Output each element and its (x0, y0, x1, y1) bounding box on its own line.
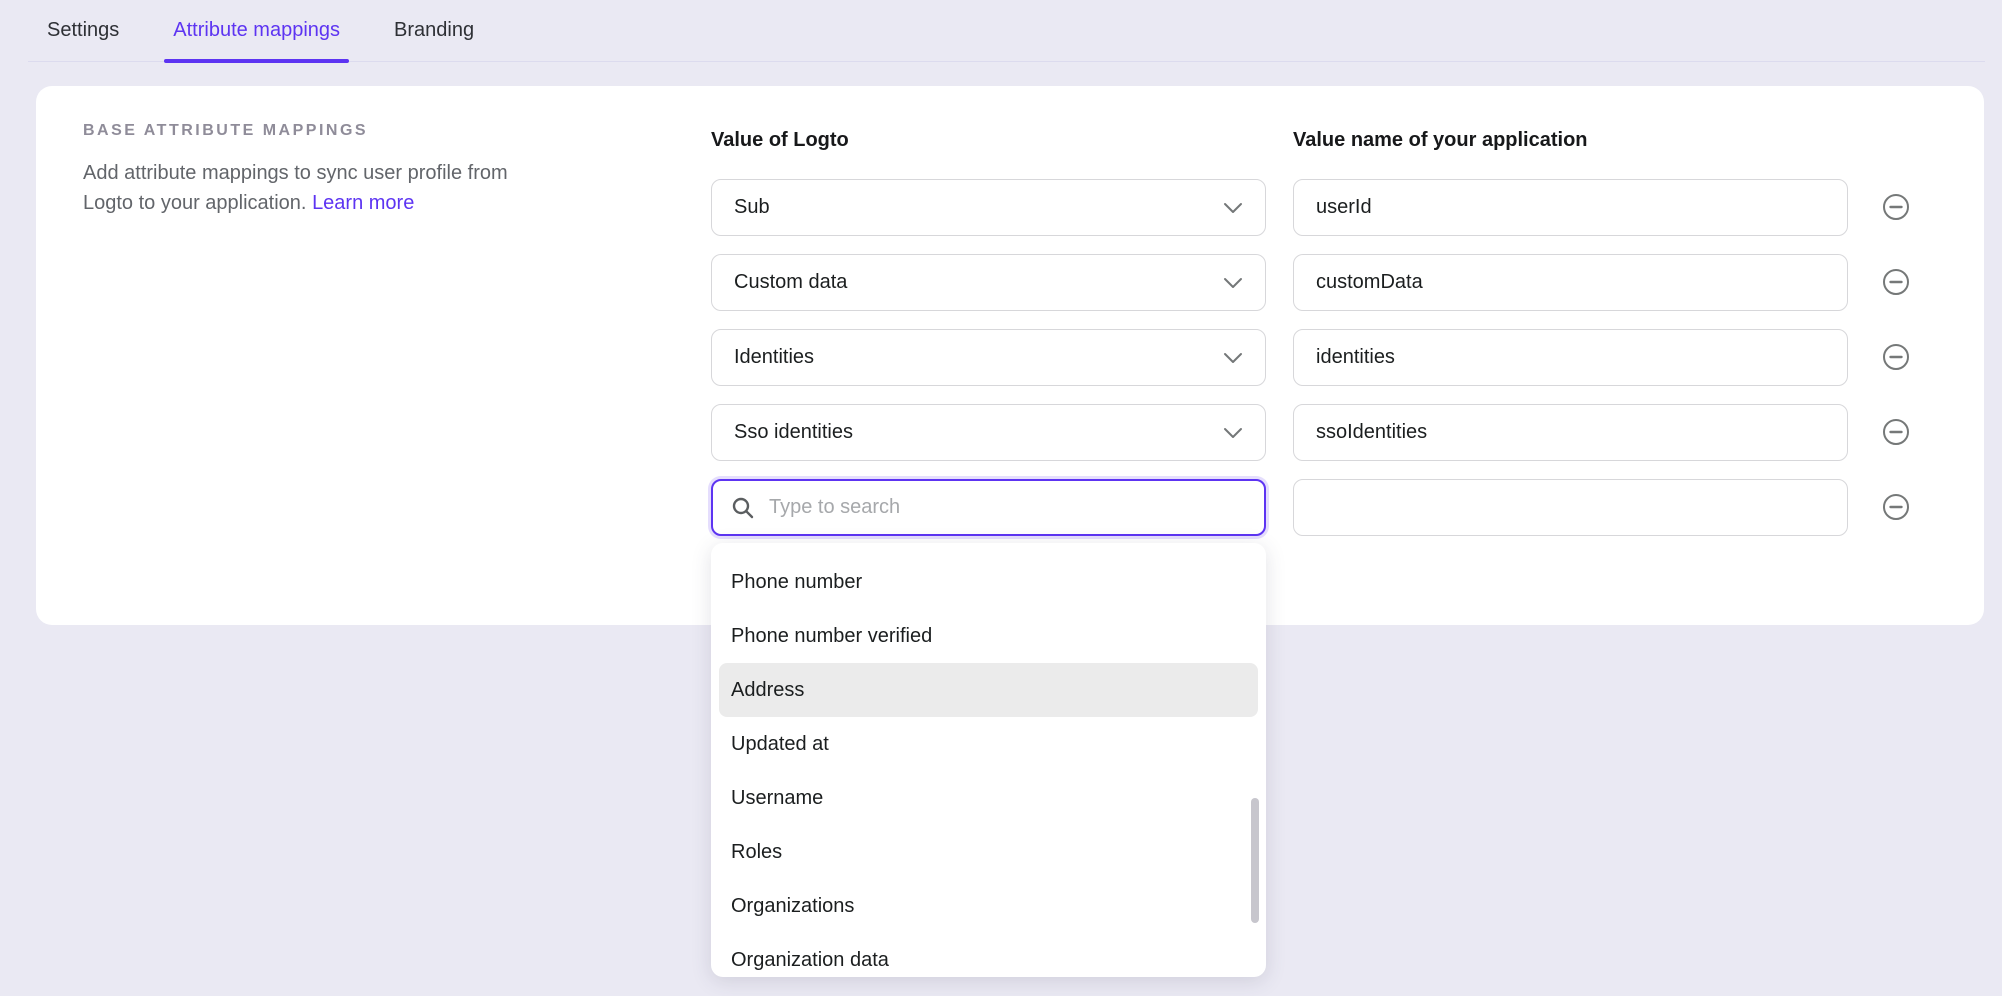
app-value-field-4[interactable] (1294, 405, 1847, 460)
remove-mapping-button-1[interactable] (1882, 193, 1910, 221)
tab-attribute-mappings-label: Attribute mappings (173, 19, 340, 42)
minus-circle-icon (1882, 193, 1910, 221)
minus-circle-icon (1882, 493, 1910, 521)
logto-attribute-select-2-value: Custom data (734, 271, 847, 294)
remove-mapping-button-2[interactable] (1882, 268, 1910, 296)
attribute-search-input[interactable] (769, 496, 1246, 519)
remove-mapping-button-4[interactable] (1882, 418, 1910, 446)
app-value-field-4-wrap (1293, 404, 1848, 461)
tab-attribute-mappings[interactable]: Attribute mappings (173, 0, 340, 62)
logto-attribute-select-4[interactable]: Sso identities (711, 404, 1266, 461)
minus-circle-icon (1882, 343, 1910, 371)
section-heading: BASE ATTRIBUTE MAPPINGS (83, 122, 368, 140)
app-value-field-1[interactable] (1294, 180, 1847, 235)
active-tab-underline (164, 59, 349, 63)
dropdown-option-organizations[interactable]: Organizations (719, 879, 1258, 933)
dropdown-option-phone-number-verified[interactable]: Phone number verified (719, 609, 1258, 663)
dropdown-option-roles[interactable]: Roles (719, 825, 1258, 879)
app-value-field-1-wrap (1293, 179, 1848, 236)
chevron-down-icon (1223, 202, 1243, 214)
minus-circle-icon (1882, 268, 1910, 296)
remove-mapping-button-5[interactable] (1882, 493, 1910, 521)
app-value-field-2-wrap (1293, 254, 1848, 311)
dropdown-option-username[interactable]: Username (719, 771, 1258, 825)
chevron-down-icon (1223, 352, 1243, 364)
learn-more-link[interactable]: Learn more (312, 192, 414, 214)
tab-settings-label: Settings (47, 19, 119, 42)
remove-mapping-button-3[interactable] (1882, 343, 1910, 371)
chevron-down-icon (1223, 427, 1243, 439)
app-value-field-3[interactable] (1294, 330, 1847, 385)
chevron-down-icon (1223, 277, 1243, 289)
attribute-search-box (711, 479, 1266, 536)
logto-attribute-select-3-value: Identities (734, 346, 814, 369)
logto-attribute-select-2[interactable]: Custom data (711, 254, 1266, 311)
app-value-field-2[interactable] (1294, 255, 1847, 310)
dropdown-scrollbar-thumb[interactable] (1251, 798, 1259, 923)
dropdown-option-phone-number[interactable]: Phone number (719, 555, 1258, 609)
logto-attribute-select-4-value: Sso identities (734, 421, 853, 444)
tab-settings[interactable]: Settings (47, 0, 119, 62)
dropdown-option-updated-at[interactable]: Updated at (719, 717, 1258, 771)
logto-attribute-select-1[interactable]: Sub (711, 179, 1266, 236)
column-header-app: Value name of your application (1293, 129, 1588, 152)
app-value-field-3-wrap (1293, 329, 1848, 386)
logto-attribute-select-1-value: Sub (734, 196, 770, 219)
tab-branding[interactable]: Branding (394, 0, 474, 62)
tab-branding-label: Branding (394, 19, 474, 42)
dropdown-option-address[interactable]: Address (719, 663, 1258, 717)
attribute-options-dropdown: Phone number Phone number verified Addre… (711, 543, 1266, 977)
app-value-field-5-wrap (1293, 479, 1848, 536)
section-description-text: Add attribute mappings to sync user prof… (83, 162, 508, 214)
column-header-logto: Value of Logto (711, 129, 849, 152)
dropdown-option-organization-data[interactable]: Organization data (719, 933, 1258, 977)
tab-bar: Settings Attribute mappings Branding (28, 0, 1985, 62)
minus-circle-icon (1882, 418, 1910, 446)
logto-attribute-select-3[interactable]: Identities (711, 329, 1266, 386)
search-icon (731, 496, 755, 520)
app-value-field-5[interactable] (1294, 480, 1847, 535)
section-description: Add attribute mappings to sync user prof… (83, 158, 563, 218)
